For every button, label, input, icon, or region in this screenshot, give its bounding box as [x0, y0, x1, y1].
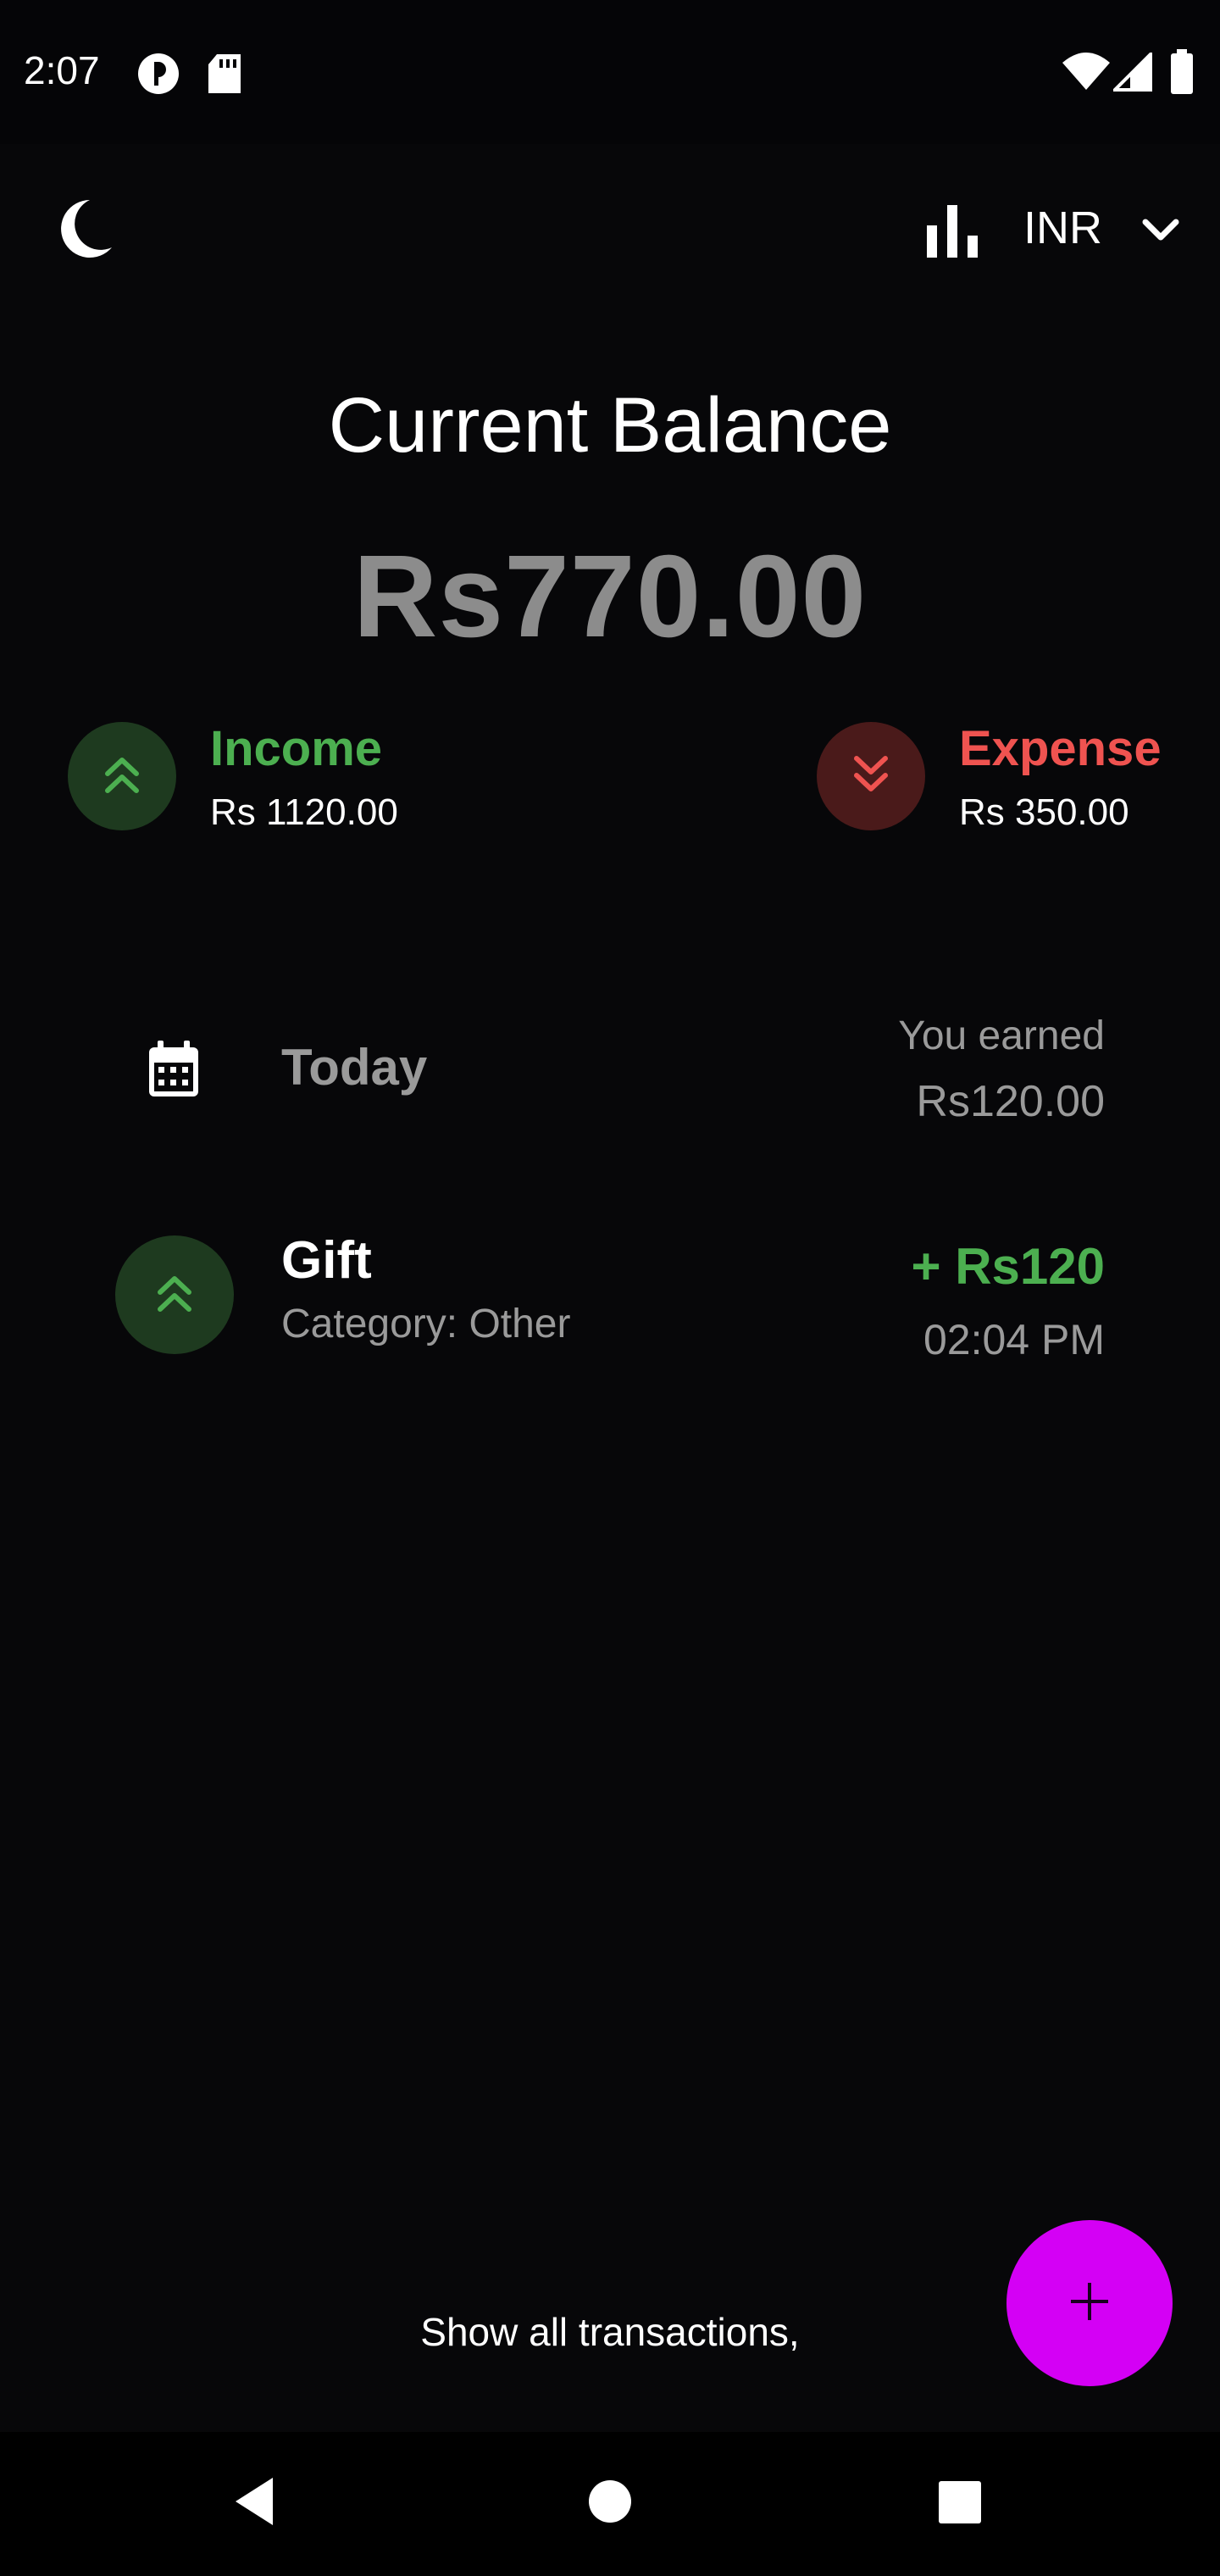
transaction-title: Gift	[281, 1231, 372, 1290]
transaction-type-indicator	[115, 1235, 234, 1354]
income-value: Rs 1120.00	[210, 791, 398, 833]
currency-selector[interactable]: INR	[1023, 202, 1102, 254]
expense-indicator	[817, 722, 925, 830]
battery-icon	[1169, 49, 1195, 99]
double-chevron-down-icon	[851, 753, 890, 800]
balance-title: Current Balance	[328, 382, 892, 469]
earned-label: You earned	[898, 1013, 1105, 1058]
cellular-signal-icon	[1111, 50, 1152, 96]
chevron-down-icon[interactable]	[1140, 215, 1181, 250]
today-label: Today	[281, 1039, 428, 1096]
add-transaction-button[interactable]	[1006, 2220, 1173, 2386]
double-chevron-up-icon	[103, 753, 141, 800]
double-chevron-up-icon	[155, 1271, 194, 1319]
bar-chart-icon[interactable]	[925, 203, 983, 262]
sd-card-icon	[207, 53, 244, 99]
circle-p-icon	[136, 51, 181, 101]
plus-icon	[1066, 2278, 1113, 2329]
expense-value: Rs 350.00	[959, 791, 1129, 833]
status-bar: 2:07	[0, 0, 1220, 144]
app-screen: 2:07 INR Current Balance Rs770.00 Income…	[0, 0, 1220, 2576]
moon-icon[interactable]	[56, 197, 115, 265]
top-bar: INR	[0, 144, 1220, 314]
home-icon[interactable]	[588, 2479, 632, 2528]
calendar-icon	[146, 1039, 202, 1104]
earned-value: Rs120.00	[916, 1077, 1105, 1126]
income-indicator	[68, 722, 176, 830]
transaction-category: Category: Other	[281, 1302, 571, 1346]
expense-label: Expense	[959, 721, 1162, 776]
recents-icon[interactable]	[937, 2479, 983, 2529]
navigation-bar	[0, 2432, 1220, 2576]
transaction-time: 02:04 PM	[923, 1316, 1105, 1363]
income-label: Income	[210, 721, 383, 776]
transaction-amount: + Rs120	[911, 1238, 1105, 1295]
balance-amount: Rs770.00	[352, 531, 868, 662]
wifi-icon	[1061, 53, 1112, 96]
back-icon[interactable]	[230, 2474, 278, 2533]
status-time: 2:07	[24, 48, 100, 92]
